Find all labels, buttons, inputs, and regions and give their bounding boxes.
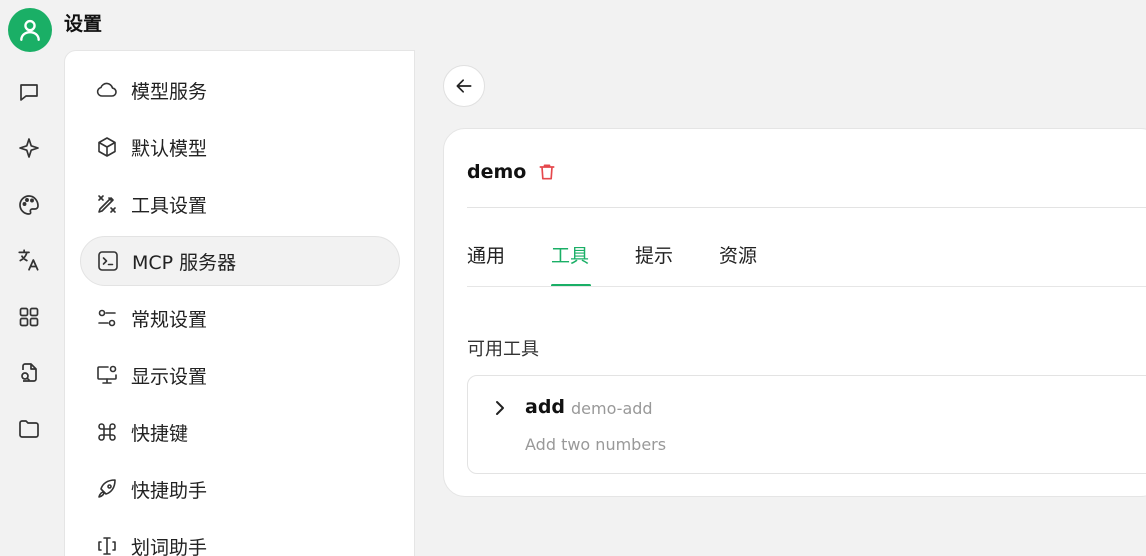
trash-icon[interactable] [537, 162, 557, 182]
tab-resources[interactable]: 资源 [719, 241, 757, 268]
menu-item-label: 划词助手 [131, 536, 208, 556]
divider [467, 207, 1146, 208]
menu-item-label: 快捷助手 [131, 479, 208, 502]
menu-item-label: 快捷键 [131, 422, 189, 445]
tab-tools[interactable]: 工具 [551, 241, 589, 268]
tab-general[interactable]: 通用 [467, 241, 505, 268]
tab-prompts[interactable]: 提示 [635, 241, 673, 268]
cube-icon [95, 135, 119, 159]
sparkle-icon[interactable] [14, 133, 44, 163]
menu-item-shortcuts[interactable]: 快捷键 [80, 407, 400, 457]
page-title: 设置 [64, 13, 103, 35]
palette-icon[interactable] [14, 190, 44, 220]
translate-icon[interactable] [14, 245, 44, 275]
chat-icon[interactable] [14, 77, 44, 107]
tool-name: add [525, 396, 566, 418]
monitor-settings-icon [95, 363, 119, 387]
menu-item-label: 工具设置 [131, 194, 208, 217]
file-search-icon[interactable] [14, 358, 44, 388]
menu-item-mcp-servers[interactable]: MCP 服务器 [80, 236, 400, 286]
menu-item-label: MCP 服务器 [132, 251, 237, 274]
server-detail-card: demo 通用 工具 提示 资源 可用工具 add demo-add Add t… [443, 128, 1146, 497]
back-button[interactable] [443, 65, 485, 107]
folder-icon[interactable] [14, 414, 44, 444]
menu-item-label: 显示设置 [131, 365, 208, 388]
settings-window: 设置 模型服务 默认模型 工具设置 MCP 服务器 常规设置 显示设置 快捷键 … [0, 0, 1146, 556]
sliders-icon [95, 306, 119, 330]
menu-item-label: 模型服务 [131, 80, 208, 103]
menu-item-label: 默认模型 [131, 137, 208, 160]
apps-grid-icon[interactable] [14, 302, 44, 332]
menu-item-quick-assistant[interactable]: 快捷助手 [80, 464, 400, 514]
text-select-icon [95, 534, 119, 556]
section-title: 可用工具 [467, 339, 539, 360]
tool-id: demo-add [571, 399, 653, 418]
tabs-divider [467, 286, 1146, 287]
menu-item-tool-settings[interactable]: 工具设置 [80, 179, 400, 229]
cloud-icon [95, 78, 119, 102]
menu-item-display-settings[interactable]: 显示设置 [80, 350, 400, 400]
tools-icon [95, 192, 119, 216]
user-avatar[interactable] [8, 8, 52, 52]
settings-menu: 模型服务 默认模型 工具设置 MCP 服务器 常规设置 显示设置 快捷键 快捷助… [64, 50, 415, 556]
menu-item-default-model[interactable]: 默认模型 [80, 122, 400, 172]
arrow-left-icon [456, 79, 472, 93]
command-icon [95, 420, 119, 444]
menu-item-model-service[interactable]: 模型服务 [80, 65, 400, 115]
menu-item-selection-assistant[interactable]: 划词助手 [80, 521, 400, 556]
chevron-right-icon[interactable] [492, 398, 508, 418]
menu-item-general-settings[interactable]: 常规设置 [80, 293, 400, 343]
rocket-icon [95, 477, 119, 501]
tool-item[interactable]: add demo-add Add two numbers [467, 375, 1146, 474]
server-name: demo [467, 161, 527, 183]
user-icon [20, 19, 40, 41]
tool-description: Add two numbers [525, 435, 667, 454]
menu-item-label: 常规设置 [131, 308, 208, 331]
terminal-icon [96, 249, 120, 273]
